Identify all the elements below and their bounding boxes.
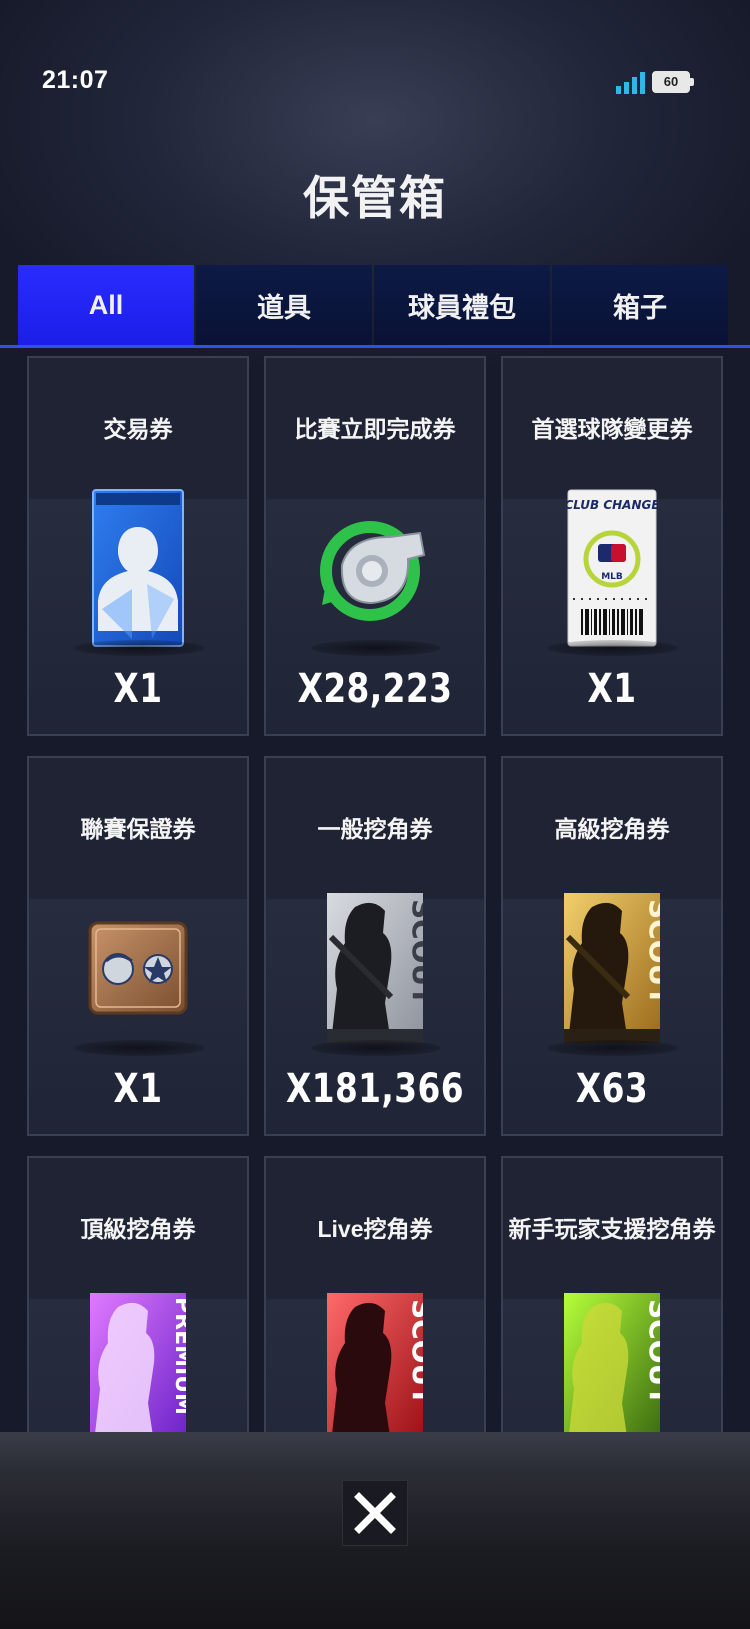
item-card[interactable]: 聯賽保證券 X1 (27, 756, 249, 1136)
svg-text:SCOUT: SCOUT (643, 899, 660, 1005)
status-time: 21:07 (42, 66, 109, 94)
item-name: 聯賽保證券 (80, 816, 196, 842)
item-count: X1 (113, 666, 163, 712)
item-name: Live挖角券 (317, 1216, 433, 1242)
item-card[interactable]: 頂級挖角券 PREMIUM (27, 1156, 249, 1432)
item-card[interactable]: 一般挖角券 SCOUT X181,366 (264, 756, 486, 1136)
scout-card-premium-icon: PREMIUM (90, 1293, 186, 1432)
scout-card-silver-icon: SCOUT (327, 893, 423, 1043)
status-bar: 21:07 60 (0, 0, 750, 120)
item-name: 一般挖角券 (317, 816, 433, 842)
scout-card-live-icon: SCOUT (327, 1293, 423, 1432)
svg-text:SCOUT: SCOUT (643, 1299, 660, 1405)
item-count: X63 (575, 1066, 649, 1112)
svg-text:PREMIUM: PREMIUM (170, 1297, 186, 1415)
tab-bar: All 道具 球員禮包 箱子 (18, 265, 750, 345)
item-card[interactable]: 比賽立即完成券 X28,223 (264, 356, 486, 736)
league-badge-icon (88, 921, 188, 1015)
item-name: 首選球隊變更券 (531, 416, 693, 442)
club-change-ticket-icon: CLUB CHANGE MLB (567, 489, 657, 647)
player-card-icon (92, 489, 184, 647)
battery-icon: 60 (652, 71, 694, 93)
item-count: X181,366 (286, 1066, 464, 1112)
scout-card-gold-icon: SCOUT (564, 893, 660, 1043)
item-card[interactable]: 新手玩家支援挖角券 SCOUT (501, 1156, 723, 1432)
whistle-icon (320, 521, 426, 621)
item-card[interactable]: 高級挖角券 SCOUT X63 (501, 756, 723, 1136)
close-button[interactable] (342, 1480, 408, 1546)
tab-boxes[interactable]: 箱子 (552, 265, 728, 345)
tab-underline (0, 345, 750, 348)
item-name: 交易券 (103, 416, 173, 442)
tab-all[interactable]: All (18, 265, 194, 345)
svg-text:CLUB CHANGE: CLUB CHANGE (567, 498, 657, 512)
item-count: X28,223 (297, 666, 453, 712)
battery-level: 60 (663, 74, 679, 89)
tab-items[interactable]: 道具 (196, 265, 372, 345)
item-name: 高級挖角券 (554, 816, 670, 842)
item-card[interactable]: Live挖角券 SCOUT (264, 1156, 486, 1432)
close-icon (354, 1492, 396, 1534)
scout-card-rookie-icon: SCOUT (564, 1293, 660, 1432)
item-count: X1 (113, 1066, 163, 1112)
item-card[interactable]: 首選球隊變更券 CLUB CHANGE MLB X1 (501, 356, 723, 736)
svg-text:SCOUT: SCOUT (406, 1299, 423, 1405)
item-name: 比賽立即完成券 (294, 416, 456, 442)
page-title: 保管箱 (303, 172, 447, 224)
item-count: X1 (587, 666, 637, 712)
item-name: 頂級挖角券 (80, 1216, 196, 1242)
item-grid: 交易券 X1 比賽立即完成券 X28,223 首選球隊變更券 CLUB CHAN… (27, 356, 723, 1432)
item-name: 新手玩家支援挖角券 (508, 1216, 716, 1242)
signal-icon (616, 72, 645, 94)
svg-text:MLB: MLB (601, 572, 623, 582)
svg-text:SCOUT: SCOUT (406, 899, 423, 1005)
item-card[interactable]: 交易券 X1 (27, 356, 249, 736)
tab-player-packs[interactable]: 球員禮包 (374, 265, 550, 345)
